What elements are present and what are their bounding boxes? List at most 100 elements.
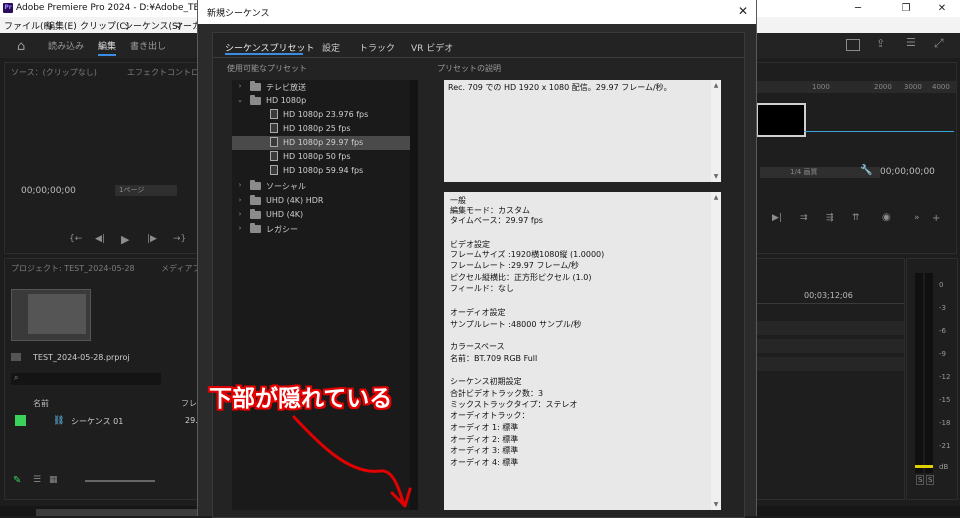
tab-project[interactable]: プロジェクト: TEST_2024-05-28 (11, 263, 135, 274)
preset-description-label: プリセットの説明 (437, 64, 501, 73)
workspace-tab-edit[interactable]: 編集 (98, 39, 117, 56)
overwrite-icon[interactable]: ⇶ (826, 213, 834, 223)
solo-right-button[interactable]: S (926, 475, 935, 485)
tree-preset-50[interactable]: HD 1080p 50 fps (232, 150, 412, 164)
description-scrollbar[interactable]: ▲ ▼ (711, 80, 721, 182)
meter-label-6: -6 (939, 327, 946, 335)
horizontal-scroll-thumb[interactable] (36, 509, 197, 516)
meter-label-0: 0 (939, 281, 944, 289)
scroll-up-icon[interactable]: ▲ (711, 82, 721, 89)
program-panel: 1000 2000 3000 4000 1/4 画質 🔧 00;00;00;00… (755, 62, 957, 254)
preset-file-icon (270, 151, 278, 161)
insert-icon[interactable]: ⇉ (800, 213, 808, 223)
solo-left-button[interactable]: S (916, 475, 925, 485)
project-search-input[interactable] (11, 373, 161, 385)
project-file-icon (11, 353, 21, 361)
dialog-close-icon[interactable]: ✕ (738, 4, 748, 18)
pencil-icon[interactable]: ✎ (13, 475, 21, 486)
go-out-icon[interactable]: →} (173, 234, 186, 244)
workspace-tab-export[interactable]: 書き出し (130, 39, 166, 52)
tab-media-browser[interactable]: メディアブ (161, 263, 200, 274)
share-icon[interactable]: ⇪ (876, 37, 885, 50)
meter-label-15: -15 (939, 396, 951, 404)
tree-preset-23976[interactable]: HD 1080p 23.976 fps (232, 108, 412, 122)
tree-folder-uhd[interactable]: › UHD (4K) (232, 208, 412, 222)
tree-label: HD 1080p 59.94 fps (283, 166, 364, 175)
chevron-right-icon[interactable]: › (236, 181, 244, 189)
page-select[interactable]: 1ページ (115, 185, 177, 196)
source-timecode[interactable]: 00;00;00;00 (21, 186, 76, 196)
info-line: 合計ビデオトラック数：3 (450, 389, 544, 398)
scroll-down-icon[interactable]: ▼ (711, 501, 721, 508)
meter-label-12: -12 (939, 373, 951, 381)
sequence-thumbnail[interactable] (11, 289, 91, 341)
step-forward-program-icon[interactable]: ▶| (772, 213, 782, 223)
more-icon[interactable]: » (914, 213, 920, 223)
chevron-right-icon[interactable]: › (236, 196, 244, 204)
scroll-down-icon[interactable]: ▼ (711, 173, 721, 180)
tree-folder-tv[interactable]: › テレビ放送 (232, 80, 412, 94)
program-video-frame (756, 103, 806, 137)
workspace-tab-import[interactable]: 読み込み (48, 39, 84, 52)
track-row-3[interactable] (756, 357, 904, 371)
chevron-right-icon[interactable]: › (236, 82, 244, 90)
menu-edit[interactable]: 編集(E) (46, 19, 77, 32)
zoom-slider[interactable] (85, 480, 155, 482)
timeline-ruler-line (756, 303, 904, 304)
home-icon[interactable]: ⌂ (17, 39, 25, 54)
dialog-title: 新規シーケンス (207, 9, 270, 19)
track-row-2[interactable] (756, 339, 904, 353)
tab-source[interactable]: ソース：(クリップなし) (11, 67, 97, 78)
menu-sequence[interactable]: シーケンス(S) (124, 19, 181, 32)
step-back-icon[interactable]: ◀| (95, 234, 105, 244)
close-window-icon[interactable]: ✕ (932, 2, 952, 15)
extract-icon[interactable]: ⇈ (852, 213, 860, 223)
quick-export-icon[interactable] (846, 39, 860, 51)
maximize-icon[interactable]: ❐ (896, 2, 916, 15)
tab-effect-controls[interactable]: エフェクトコントロー (127, 67, 207, 78)
info-line: シーケンス初期設定 (450, 377, 522, 386)
chevron-right-icon[interactable]: › (236, 224, 244, 232)
meter-label-18: -18 (939, 419, 951, 427)
mark-in-icon[interactable]: {← (69, 234, 82, 244)
tree-folder-uhd-hdr[interactable]: › UHD (4K) HDR (232, 194, 412, 208)
tree-preset-25[interactable]: HD 1080p 25 fps (232, 122, 412, 136)
info-scrollbar[interactable]: ▲ ▼ (711, 192, 721, 510)
tab-vr-video[interactable]: VR ビデオ (411, 41, 453, 54)
wrench-icon[interactable]: 🔧 (860, 165, 872, 176)
column-framerate-header[interactable]: フレ (181, 398, 197, 409)
minimize-icon[interactable]: ─ (848, 2, 868, 15)
sequence-item-name[interactable]: シーケンス 01 (71, 416, 123, 427)
list-view-icon[interactable]: ☰ (33, 475, 41, 485)
export-frame-icon[interactable]: ◉ (882, 212, 891, 223)
description-text: Rec. 709 での HD 1920 x 1080 配信。29.97 フレーム… (448, 83, 672, 92)
menu-clip[interactable]: クリップ(C) (80, 19, 129, 32)
dialog-titlebar: 新規シーケンス ✕ (198, 0, 756, 24)
available-presets-label: 使用可能なプリセット (227, 64, 307, 73)
track-row-1[interactable] (756, 321, 904, 335)
settings-sliders-icon[interactable]: ☰ (906, 36, 916, 49)
scroll-up-icon[interactable]: ▲ (711, 194, 721, 201)
program-timecode[interactable]: 00;00;00;00 (880, 167, 935, 177)
tree-folder-social[interactable]: › ソーシャル (232, 179, 412, 193)
play-icon[interactable]: ▶ (121, 233, 129, 246)
tab-tracks[interactable]: トラック (359, 41, 395, 54)
add-button-icon[interactable]: + (932, 213, 940, 224)
tree-preset-5994[interactable]: HD 1080p 59.94 fps (232, 164, 412, 178)
column-name-header[interactable]: 名前 (33, 398, 49, 409)
tree-folder-hd1080p[interactable]: ⌄ HD 1080p (232, 94, 412, 108)
tree-folder-legacy[interactable]: › レガシー (232, 222, 412, 236)
icon-view-icon[interactable]: ▦ (49, 475, 58, 485)
sequence-icon: ⛓ (53, 416, 65, 426)
folder-icon (250, 209, 261, 219)
folder-icon (250, 81, 261, 91)
step-forward-icon[interactable]: |▶ (147, 234, 157, 244)
fullscreen-icon[interactable]: ⤢ (934, 36, 944, 51)
chevron-right-icon[interactable]: › (236, 210, 244, 218)
timeline-timecode: 00;03;12;06 (804, 291, 853, 300)
chevron-down-icon[interactable]: ⌄ (236, 96, 244, 104)
menu-file[interactable]: ファイル(F) (4, 19, 52, 32)
item-color-label[interactable] (15, 415, 26, 426)
tab-settings[interactable]: 設定 (322, 41, 340, 54)
tree-preset-2997-selected[interactable]: HD 1080p 29.97 fps (232, 136, 412, 150)
